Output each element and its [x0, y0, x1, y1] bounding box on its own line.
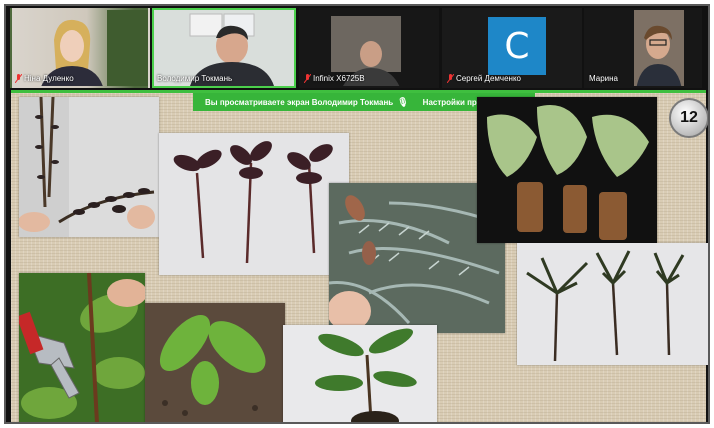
photo-broad-leaves — [145, 303, 285, 422]
shared-screen[interactable]: Вы просматриваете экран Володимир Токман… — [11, 90, 708, 422]
mic-muted-icon — [304, 74, 311, 83]
participant-name: Володимир Токмань — [157, 74, 233, 83]
participant-name: Сергей Демченко — [447, 74, 521, 83]
mic-muted-icon — [447, 74, 454, 83]
participant-name: Марина — [589, 74, 618, 83]
photo-rooted-cutting — [283, 325, 437, 422]
mic-muted-icon — [15, 74, 22, 83]
slide-number-badge: 12 — [669, 98, 708, 138]
participant-tile[interactable]: Infinix X6725B — [299, 8, 439, 88]
participant-tile[interactable]: Марина — [584, 8, 702, 88]
photo-dark-cuttings — [159, 133, 349, 275]
photo-pruning-shears — [19, 273, 145, 422]
participant-tile-active[interactable]: Володимир Токмань — [152, 8, 296, 88]
photo-cuttings-hands — [19, 97, 159, 237]
share-status-text: Вы просматриваете экран Володимир Токман… — [205, 97, 394, 107]
mic-icon: 🎙 — [397, 96, 409, 107]
participant-tile[interactable]: Ніна Дуленко — [10, 8, 150, 88]
video-conference-window: Ніна Дуленко Володимир Токмань Infinix X… — [4, 4, 710, 424]
participant-tile[interactable]: C Сергей Демченко — [442, 8, 582, 88]
participant-name: Infinix X6725B — [304, 74, 365, 83]
photo-thuja-twigs — [517, 243, 708, 365]
participant-name: Ніна Дуленко — [15, 74, 74, 83]
avatar: C — [488, 17, 546, 75]
photo-thuja-plugs — [477, 97, 657, 243]
participant-strip: Ніна Дуленко Володимир Токмань Infinix X… — [10, 8, 702, 88]
